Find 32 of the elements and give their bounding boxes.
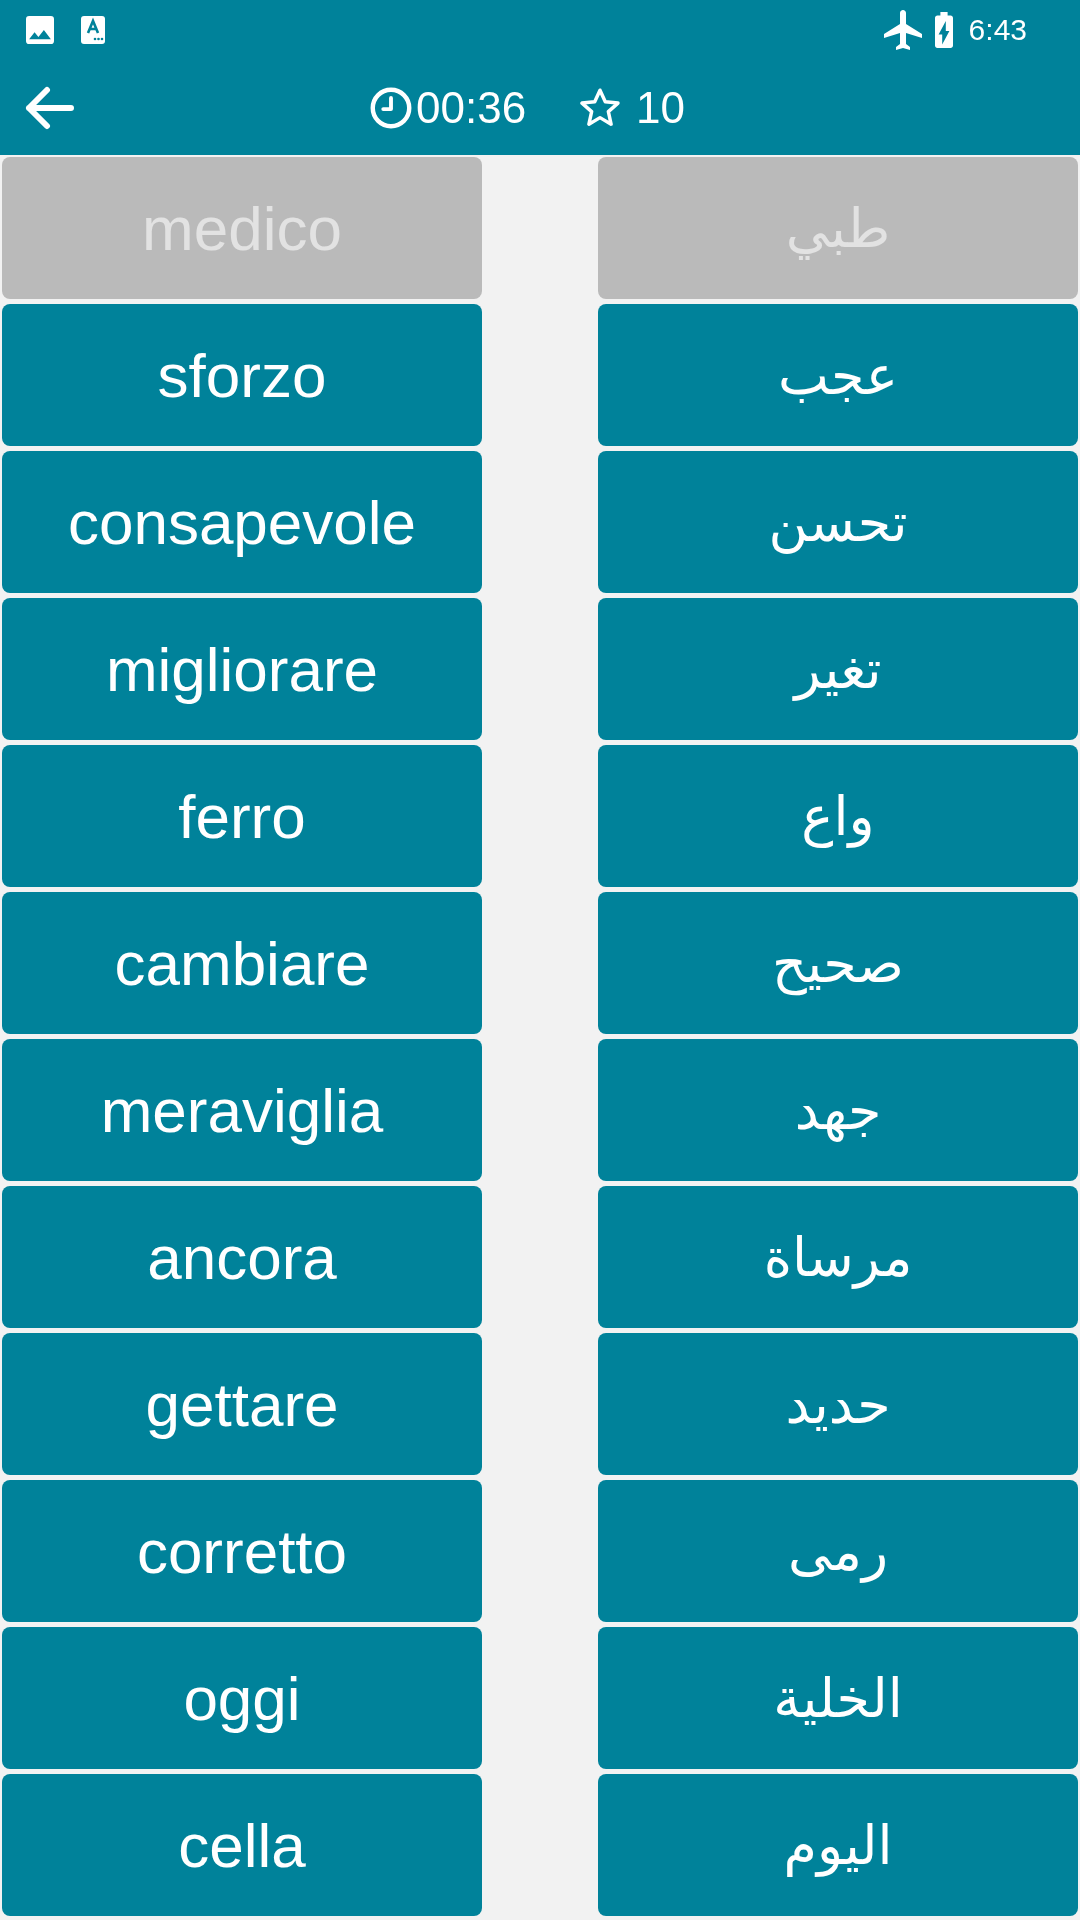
word-tile[interactable]: الخلية [598, 1627, 1078, 1769]
word-tile[interactable]: تغير [598, 598, 1078, 740]
airplane-icon [882, 10, 923, 50]
word-tile[interactable]: حديد [598, 1333, 1078, 1475]
word-tile[interactable]: جهد [598, 1039, 1078, 1181]
word-tile[interactable]: migliorare [2, 598, 482, 740]
word-tile[interactable]: صحيح [598, 892, 1078, 1034]
star-icon [580, 87, 621, 128]
word-tile[interactable]: ferro [2, 745, 482, 887]
word-tile[interactable]: consapevole [2, 451, 482, 593]
image-icon [26, 16, 54, 44]
word-tile[interactable]: gettare [2, 1333, 482, 1475]
word-tile[interactable]: ancora [2, 1186, 482, 1328]
word-tile[interactable]: رمى [598, 1480, 1078, 1622]
word-tile[interactable]: meraviglia [2, 1039, 482, 1181]
app-notification-icon [81, 16, 105, 44]
word-tile[interactable]: اليوم [598, 1774, 1078, 1916]
status-time: 6:43 [968, 13, 1027, 47]
word-tile[interactable]: عجب [598, 304, 1078, 446]
word-tile[interactable]: sforzo [2, 304, 482, 446]
clock-icon [370, 86, 412, 129]
back-arrow-icon [25, 85, 75, 130]
timer-text: 00:36 [416, 85, 527, 130]
word-tile[interactable]: corretto [2, 1480, 482, 1622]
word-tile[interactable]: تحسن [598, 451, 1078, 593]
word-tile[interactable]: oggi [2, 1627, 482, 1769]
word-tile[interactable]: واع [598, 745, 1078, 887]
word-tile[interactable]: cella [2, 1774, 482, 1916]
word-tile[interactable]: cambiare [2, 892, 482, 1034]
battery-charging-icon [933, 12, 954, 48]
score-text: 10 [636, 85, 686, 130]
word-tile[interactable]: مرساة [598, 1186, 1078, 1328]
